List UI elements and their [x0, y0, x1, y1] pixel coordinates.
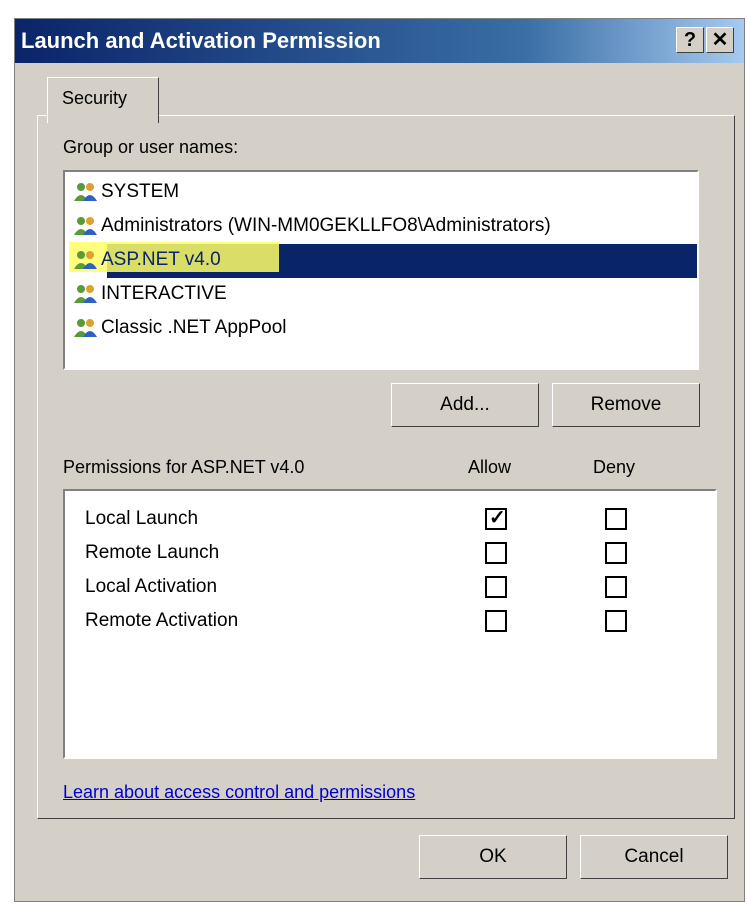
allow-checkbox-local-launch[interactable]: ✓	[485, 507, 507, 530]
permission-row-local-launch: Local Launch ✓	[85, 503, 705, 537]
permission-row-remote-launch: Remote Launch	[85, 537, 705, 571]
dialog-window: Launch and Activation Permission ? ✕ Sec…	[14, 18, 745, 902]
permission-name: Local Launch	[85, 508, 199, 529]
allow-checkbox-local-activation[interactable]	[485, 576, 507, 598]
list-item-system[interactable]: SYSTEM	[73, 176, 697, 210]
deny-checkbox-local-activation[interactable]	[605, 576, 627, 598]
list-item-aspnet-selected[interactable]: ASP.NET v4.0	[69, 242, 697, 278]
permissions-list: Local Launch ✓ Remote Launch Local Activ…	[63, 489, 717, 759]
check-mark-icon: ✓	[489, 507, 506, 529]
users-icon	[74, 183, 97, 201]
permission-row-local-activation: Local Activation	[85, 571, 705, 605]
permission-name: Remote Launch	[85, 542, 220, 563]
permissions-label: Permissions for ASP.NET v4.0	[63, 457, 305, 477]
title-bar[interactable]: Launch and Activation Permission ? ✕	[15, 19, 744, 63]
list-item-label: SYSTEM	[101, 181, 180, 202]
group-user-list[interactable]: SYSTEM Administrators (WIN-MM0GEKLLFO8\A…	[63, 170, 699, 370]
list-item-label: INTERACTIVE	[101, 283, 227, 304]
tab-security[interactable]: Security	[47, 77, 159, 123]
access-control-help-link[interactable]: Learn about access control and permissio…	[63, 782, 415, 803]
allow-checkbox-remote-activation[interactable]	[485, 610, 507, 632]
add-button[interactable]: Add...	[391, 383, 539, 427]
deny-header: Deny	[593, 457, 636, 477]
help-button[interactable]: ?	[676, 27, 704, 53]
help-icon: ?	[683, 29, 697, 51]
list-item-label: Classic .NET AppPool	[101, 317, 287, 338]
permission-name: Remote Activation	[85, 610, 239, 631]
tab-security-label: Security	[62, 88, 128, 108]
close-icon: ✕	[711, 29, 729, 51]
window-title: Launch and Activation Permission	[21, 28, 381, 53]
permission-name: Local Activation	[85, 576, 218, 597]
deny-checkbox-remote-activation[interactable]	[605, 610, 627, 632]
list-item-label: ASP.NET v4.0	[101, 249, 221, 270]
list-item-label: Administrators (WIN-MM0GEKLLFO8\Administ…	[101, 215, 551, 236]
permission-row-remote-activation: Remote Activation	[85, 605, 705, 639]
users-icon	[74, 251, 97, 269]
list-item-classic-apppool[interactable]: Classic .NET AppPool	[73, 312, 697, 346]
users-icon	[74, 319, 97, 337]
group-names-label: Group or user names:	[63, 137, 239, 157]
list-item-interactive[interactable]: INTERACTIVE	[73, 278, 697, 312]
users-icon	[74, 285, 97, 303]
users-icon	[74, 217, 97, 235]
allow-header: Allow	[468, 457, 512, 477]
ok-button[interactable]: OK	[419, 835, 567, 879]
allow-checkbox-remote-launch[interactable]	[485, 542, 507, 564]
list-item-administrators[interactable]: Administrators (WIN-MM0GEKLLFO8\Administ…	[73, 210, 697, 244]
deny-checkbox-remote-launch[interactable]	[605, 542, 627, 564]
deny-checkbox-local-launch[interactable]	[605, 508, 627, 530]
cancel-button[interactable]: Cancel	[580, 835, 728, 879]
remove-button[interactable]: Remove	[552, 383, 700, 427]
close-button[interactable]: ✕	[706, 27, 734, 53]
